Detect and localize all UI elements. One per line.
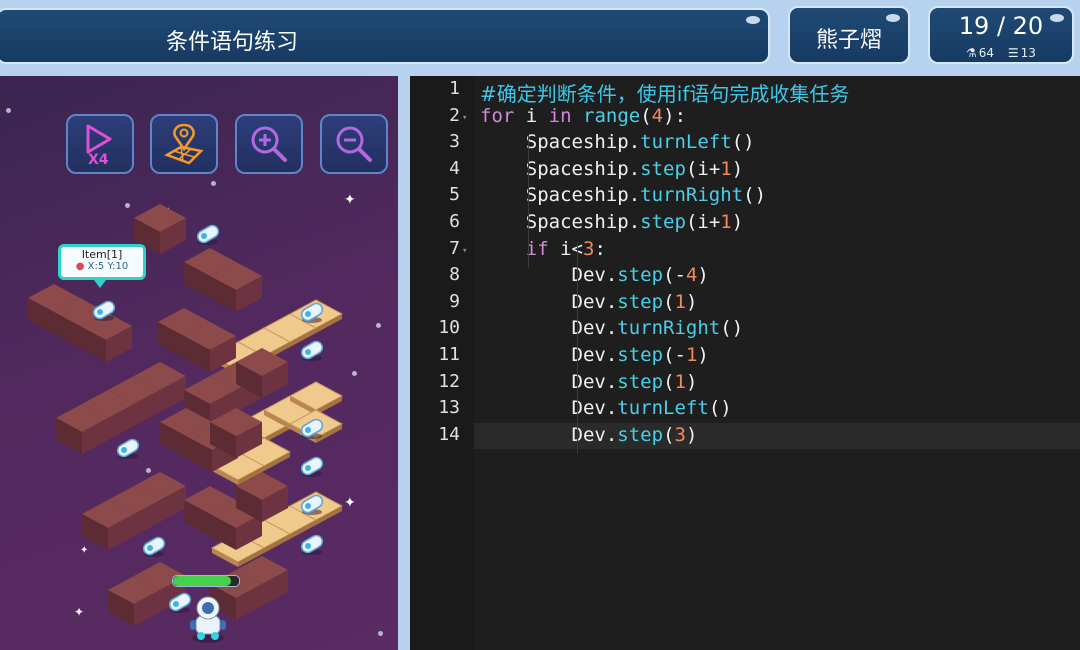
line-number: 14 [438, 423, 460, 445]
code-line[interactable]: Dev.step(-1) [480, 344, 709, 366]
line-number: 10 [438, 317, 460, 339]
level-title-panel: 条件语句练习 [0, 8, 770, 64]
line-gutter: 1 2 3 4 5 6 7 8 9 10 11 12 13 14 ▾ ▾ [410, 76, 474, 650]
player-name-panel[interactable]: 熊子熠 [788, 6, 910, 64]
line-number: 5 [449, 184, 460, 206]
flask-icon: ⚗ [966, 46, 977, 60]
fold-chevron-icon[interactable]: ▾ [462, 246, 467, 256]
line-number: 4 [449, 157, 460, 179]
player-name: 熊子熠 [815, 28, 882, 53]
item-tooltip: Item[1] ● X:5 Y:10 [58, 244, 146, 280]
code-line[interactable]: Spaceship.turnRight() [480, 184, 766, 206]
fold-chevron-icon[interactable]: ▾ [462, 113, 467, 123]
code-line[interactable]: for i in range(4): [480, 105, 686, 127]
robot-health-bar [172, 575, 240, 587]
location-pin-icon: ● [75, 261, 85, 272]
top-bar: 条件语句练习 熊子熠 19 / 20 ⚗ 64 ☰ 13 [0, 0, 1080, 76]
code-line[interactable]: Spaceship.turnLeft() [480, 131, 755, 153]
code-line[interactable]: Dev.step(3) [480, 424, 698, 446]
level-progress-panel: 19 / 20 ⚗ 64 ☰ 13 [928, 6, 1074, 64]
stat-a-value: 64 [978, 46, 995, 60]
robot-character-icon[interactable] [186, 594, 230, 644]
line-number: 1 [449, 78, 460, 99]
code-line[interactable]: #确定判断条件，使用if语句完成收集任务 [480, 78, 849, 107]
line-number: 7 [449, 237, 460, 259]
indent-guide [528, 135, 529, 269]
isometric-map [28, 204, 344, 626]
line-number: 8 [449, 264, 460, 286]
line-number: 2 [449, 104, 460, 126]
level-title: 条件语句练习 [166, 30, 299, 55]
line-number: 9 [449, 290, 460, 312]
pane-divider[interactable] [398, 76, 410, 650]
code-line[interactable]: Spaceship.step(i+1) [480, 158, 743, 180]
code-line[interactable]: Dev.turnRight() [480, 317, 744, 339]
code-line[interactable]: Dev.step(1) [480, 371, 698, 393]
health-fill [173, 576, 232, 586]
line-number: 11 [438, 344, 460, 365]
code-editor[interactable]: 1 2 3 4 5 6 7 8 9 10 11 12 13 14 ▾ ▾ #确定判断条件，使用if语句完成收集… [410, 76, 1080, 650]
code-line[interactable]: if i<3: [480, 238, 606, 260]
game-viewport[interactable]: ✦ ✦ ✦ ✦ ✦ ✦ X4 [0, 76, 398, 650]
tooltip-title: Item[1] [81, 248, 123, 261]
code-line[interactable]: Dev.step(1) [480, 291, 698, 313]
line-number: 3 [449, 131, 460, 153]
code-line[interactable]: Spaceship.step(i+1) [480, 211, 743, 233]
stat-b-value: 13 [1020, 46, 1036, 60]
code-line[interactable]: Dev.step(-4) [480, 264, 709, 286]
line-number: 13 [438, 397, 460, 419]
code-line[interactable]: Dev.turnLeft() [480, 397, 732, 419]
line-number: 6 [449, 211, 460, 232]
tooltip-coords: X:5 Y:10 [87, 261, 129, 272]
line-number: 12 [438, 370, 460, 392]
indent-guide [577, 241, 578, 455]
list-icon: ☰ [1007, 46, 1019, 60]
